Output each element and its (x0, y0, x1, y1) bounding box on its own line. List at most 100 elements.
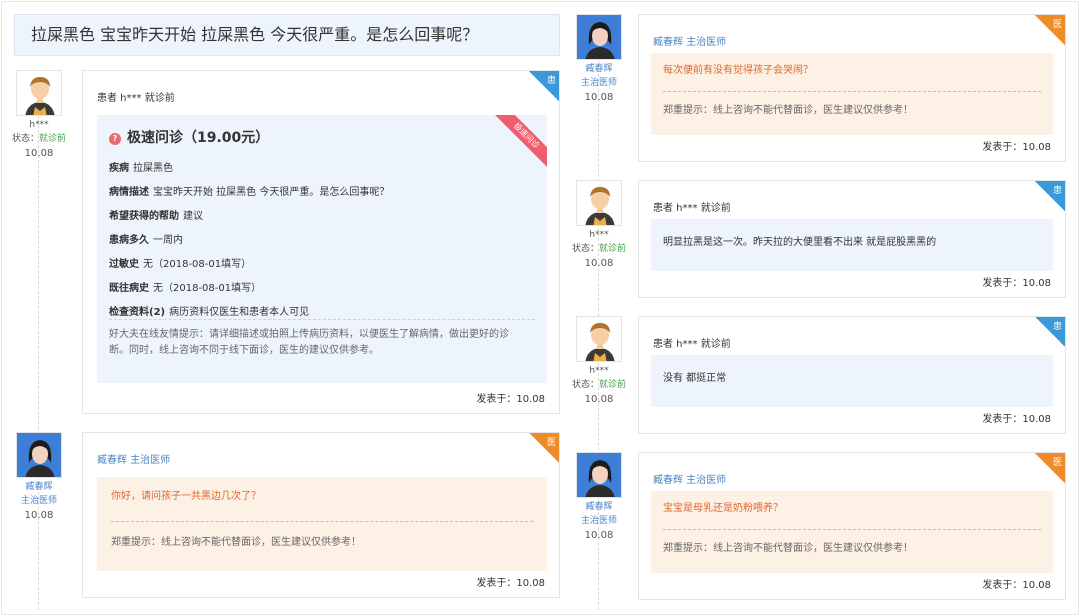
consult-field: 患病多久 一周内 (109, 231, 183, 246)
doctor-title: 主治医师 (20, 496, 57, 506)
consult-card: 患 患者 h*** 就诊前 ? 极速问诊（19.00元） 极速问诊 疾病 拉屎黑色病… (82, 70, 560, 414)
doctor-avatar-icon (17, 433, 61, 477)
status-value: 就诊前 (39, 134, 67, 144)
message-text: 没有 都挺正常 (663, 373, 727, 384)
message-divider (663, 529, 1041, 530)
status-label: 状态： (11, 134, 39, 144)
field-label: 疾病 (109, 163, 129, 174)
consult-panel: ? 极速问诊（19.00元） 极速问诊 疾病 拉屎黑色病情描述 宝宝昨天开始 拉屎黑色… (97, 115, 547, 383)
message-bubble: 没有 都挺正常 (651, 355, 1053, 407)
express-ribbon: 极速问诊 (492, 115, 547, 170)
post-time: 发表于：10.08 (982, 142, 1051, 153)
message-date: 10.08 (584, 394, 614, 405)
patient-avatar[interactable] (576, 180, 622, 226)
field-label: 检查资料(2) (109, 307, 166, 318)
consult-field: 既往病史 无（2018-08-01填写） (109, 279, 261, 294)
doctor-corner-badge: 医 (1035, 15, 1065, 45)
doctor-info: 臧春辉 主治医师 10.08 (564, 14, 634, 105)
message-text: 宝宝是母乳还是奶粉喂养？ (663, 503, 783, 514)
question-icon: ? (109, 133, 121, 145)
message-bubble: 你好，请问孩子一共黑边几次了？ 郑重提示：线上咨询不能代替面诊，医生建议仅供参考… (97, 477, 547, 571)
doctor-name: 臧春辉 (585, 502, 613, 512)
patient-info: h*** 状态：就诊前 10.08 (564, 180, 634, 271)
patient-status: 状态：就诊前 (4, 132, 74, 146)
doctor-title: 主治医师 (580, 78, 617, 88)
message-date: 10.08 (584, 92, 614, 103)
doctor-info: 臧春辉 主治医师 10.08 (564, 452, 634, 543)
doctor-header: 臧春辉 主治医师 (97, 455, 171, 466)
message-text: 你好，请问孩子一共黑边几次了？ (111, 491, 261, 502)
patient-info: h*** 状态：就诊前 10.08 (4, 70, 74, 161)
field-value: 一周内 (153, 235, 183, 246)
message-date: 10.08 (24, 510, 54, 521)
consult-field: 检查资料(2) 病历资料仅医生和患者本人可见 (109, 303, 309, 318)
consult-title: ? 极速问诊（19.00元） (109, 127, 269, 147)
patient-header: 患者 h*** 就诊前 (97, 93, 175, 104)
status-value: 就诊前 (599, 380, 627, 390)
patient-name: h*** (29, 120, 49, 130)
boy-avatar-icon (17, 71, 61, 115)
doctor-header: 臧春辉 主治医师 (653, 37, 727, 48)
field-label: 希望获得的帮助 (109, 211, 179, 222)
patient-avatar[interactable] (576, 316, 622, 362)
consult-tip: 好大夫在线友情提示：请详细描述或拍照上传病历资料，以便医生了解病情，做出更好的诊… (109, 329, 509, 356)
post-time: 发表于：10.08 (476, 578, 545, 589)
field-label: 过敏史 (109, 259, 139, 270)
message-divider (663, 91, 1041, 92)
question-title: 拉屎黑色 宝宝昨天开始 拉屎黑色 今天很严重。是怎么回事呢？ (14, 14, 560, 56)
patient-corner-badge: 患 (529, 71, 559, 101)
field-value: 建议 (183, 211, 203, 222)
field-value: 无（2018-08-01填写） (153, 283, 262, 294)
doctor-info: 臧春辉 主治医师 10.08 (4, 432, 74, 523)
patient-info: h*** 状态：就诊前 10.08 (564, 316, 634, 407)
patient-corner-badge: 患 (1035, 317, 1065, 347)
patient-avatar[interactable] (16, 70, 62, 116)
status-value: 就诊前 (599, 244, 627, 254)
doctor-header: 臧春辉 主治医师 (653, 475, 727, 486)
consult-field: 希望获得的帮助 建议 (109, 207, 203, 222)
patient-corner-badge: 患 (1035, 181, 1065, 211)
consult-field: 病情描述 宝宝昨天开始 拉屎黑色 今天很严重。是怎么回事呢？ (109, 183, 389, 198)
message-bubble: 宝宝是母乳还是奶粉喂养？ 郑重提示：线上咨询不能代替面诊，医生建议仅供参考！ (651, 491, 1053, 573)
doctor-message-card: 医 臧春辉 主治医师 你好，请问孩子一共黑边几次了？ 郑重提示：线上咨询不能代替… (82, 432, 560, 598)
message-text: 明显拉黑是这一次。昨天拉的大便里看不出来 就是屁股黑黑的 (663, 237, 937, 248)
doctor-avatar[interactable] (16, 432, 62, 478)
doctor-message-card: 医 臧春辉 主治医师 宝宝是母乳还是奶粉喂养？ 郑重提示：线上咨询不能代替面诊，… (638, 452, 1066, 600)
consult-field: 过敏史 无（2018-08-01填写） (109, 255, 251, 270)
field-label: 病情描述 (109, 187, 149, 198)
field-label: 患病多久 (109, 235, 149, 246)
status-label: 状态： (571, 244, 599, 254)
patient-message-card: 患 患者 h*** 就诊前 明显拉黑是这一次。昨天拉的大便里看不出来 就是屁股黑… (638, 180, 1066, 298)
patient-name: h*** (589, 366, 609, 376)
consult-divider (109, 319, 535, 320)
doctor-avatar-icon (577, 453, 621, 497)
patient-header: 患者 h*** 就诊前 (653, 339, 731, 350)
field-value: 宝宝昨天开始 拉屎黑色 今天很严重。是怎么回事呢？ (153, 187, 390, 198)
doctor-corner-badge: 医 (1035, 453, 1065, 483)
patient-message-card: 患 患者 h*** 就诊前 没有 都挺正常 发表于：10.08 (638, 316, 1066, 434)
consult-field: 疾病 拉屎黑色 (109, 159, 173, 174)
doctor-avatar[interactable] (576, 14, 622, 60)
doctor-notice: 郑重提示：线上咨询不能代替面诊，医生建议仅供参考！ (663, 543, 913, 554)
patient-header: 患者 h*** 就诊前 (653, 203, 731, 214)
post-time: 发表于：10.08 (982, 278, 1051, 289)
field-value: 拉屎黑色 (133, 163, 173, 174)
post-time: 发表于：10.08 (982, 580, 1051, 591)
message-date: 10.08 (584, 258, 614, 269)
boy-avatar-icon (577, 181, 621, 225)
doctor-title: 主治医师 (580, 516, 617, 526)
doctor-avatar[interactable] (576, 452, 622, 498)
doctor-avatar-icon (577, 15, 621, 59)
message-bubble: 每次便前有没有觉得孩子会哭闹？ 郑重提示：线上咨询不能代替面诊，医生建议仅供参考… (651, 53, 1053, 135)
boy-avatar-icon (577, 317, 621, 361)
message-bubble: 明显拉黑是这一次。昨天拉的大便里看不出来 就是屁股黑黑的 (651, 219, 1053, 271)
doctor-notice: 郑重提示：线上咨询不能代替面诊，医生建议仅供参考！ (663, 105, 913, 116)
message-date: 10.08 (24, 148, 54, 159)
patient-status: 状态：就诊前 (564, 378, 634, 392)
doctor-notice: 郑重提示：线上咨询不能代替面诊，医生建议仅供参考！ (111, 537, 361, 548)
message-date: 10.08 (584, 530, 614, 541)
doctor-corner-badge: 医 (529, 433, 559, 463)
field-value: 病历资料仅医生和患者本人可见 (169, 307, 310, 318)
field-value: 无（2018-08-01填写） (143, 259, 252, 270)
patient-status: 状态：就诊前 (564, 242, 634, 256)
